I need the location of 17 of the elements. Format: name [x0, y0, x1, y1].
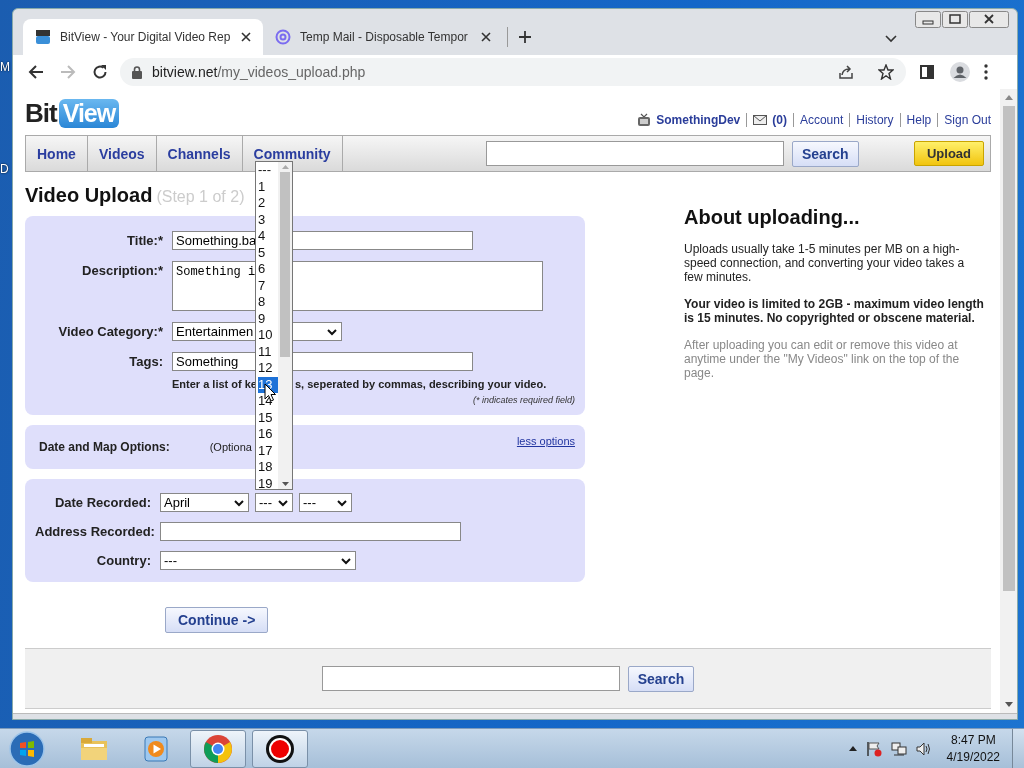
required-note: (* indicates required field) — [472, 395, 575, 405]
field-label: Video Category:* — [57, 323, 163, 339]
field-label: Date Recorded: — [53, 494, 151, 512]
section-title: About uploading... — [684, 206, 861, 229]
field-label: Title:* — [126, 232, 163, 248]
info-text: Uploads usually take 1-5 minutes per MB on a high-speed connection, and converting your video takes a few minutes. — [684, 242, 966, 284]
field-label: Country: — [95, 552, 151, 570]
info-text: Your video is limited to 2GB - maximum video length is 15 minutes. No copyrighted or obscene material. — [684, 297, 985, 325]
info-text: After uploading you can edit or remove this video at anytime under the "My Videos" link on the top of the page. — [684, 338, 961, 380]
section-label: Date and Map Options: — [39, 440, 170, 454]
page-title: Video Upload — [25, 184, 153, 206]
field-label: Tags: — [128, 353, 163, 369]
optional-note: (Optiona — [209, 441, 252, 453]
hint-text: s, seperated by commas, describing your video. — [295, 378, 547, 390]
desktop-icon-label: M — [0, 60, 10, 74]
desktop-icon-label: D — [0, 162, 9, 176]
field-label: Description:* — [81, 262, 163, 278]
